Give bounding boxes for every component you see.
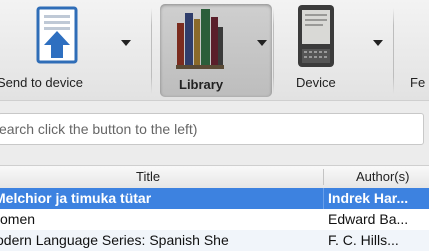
row-title: odern Language Series: Spanish She xyxy=(0,232,229,248)
fetch-news-button[interactable]: Fe xyxy=(400,0,429,100)
device-button[interactable]: Device xyxy=(276,0,391,100)
send-to-device-button[interactable]: Send to device xyxy=(0,0,148,100)
send-to-device-icon xyxy=(36,6,80,66)
row-author: F. C. Hills... xyxy=(328,232,399,248)
chevron-down-icon[interactable] xyxy=(121,40,131,46)
row-title: Melchior ja timuka tütar xyxy=(0,190,152,206)
table-header: Title Author(s) xyxy=(0,165,429,189)
column-header-title[interactable]: Title xyxy=(136,169,160,184)
library-books-icon xyxy=(176,7,224,69)
toolbar-divider xyxy=(273,8,274,94)
search-input[interactable]: earch click the button to the left) xyxy=(0,113,424,145)
row-author: Indrek Har... xyxy=(328,190,409,206)
table-row[interactable]: omen Edward Ba... xyxy=(0,209,429,230)
table-row[interactable]: odern Language Series: Spanish She F. C.… xyxy=(0,230,429,251)
column-divider xyxy=(323,188,324,209)
toolbar: Send to device Library Device Fe xyxy=(0,0,429,101)
toolbar-divider xyxy=(151,8,152,94)
library-button[interactable]: Library xyxy=(158,0,272,100)
send-to-device-label: Send to device xyxy=(0,75,84,90)
row-title: omen xyxy=(0,211,36,227)
row-author: Edward Ba... xyxy=(328,211,409,227)
chevron-down-icon[interactable] xyxy=(373,40,383,46)
search-row: earch click the button to the left) xyxy=(0,101,429,157)
column-header-author[interactable]: Author(s) xyxy=(356,169,409,184)
search-placeholder: earch click the button to the left) xyxy=(0,121,198,137)
library-label: Library xyxy=(179,77,224,92)
table-row[interactable]: Melchior ja timuka tütar Indrek Har... xyxy=(0,188,429,209)
device-label: Device xyxy=(296,75,336,90)
chevron-down-icon[interactable] xyxy=(257,40,267,46)
ebook-reader-icon xyxy=(297,4,335,68)
column-divider[interactable] xyxy=(323,169,324,185)
fetch-news-label: Fe xyxy=(410,75,426,90)
toolbar-divider xyxy=(393,8,394,94)
